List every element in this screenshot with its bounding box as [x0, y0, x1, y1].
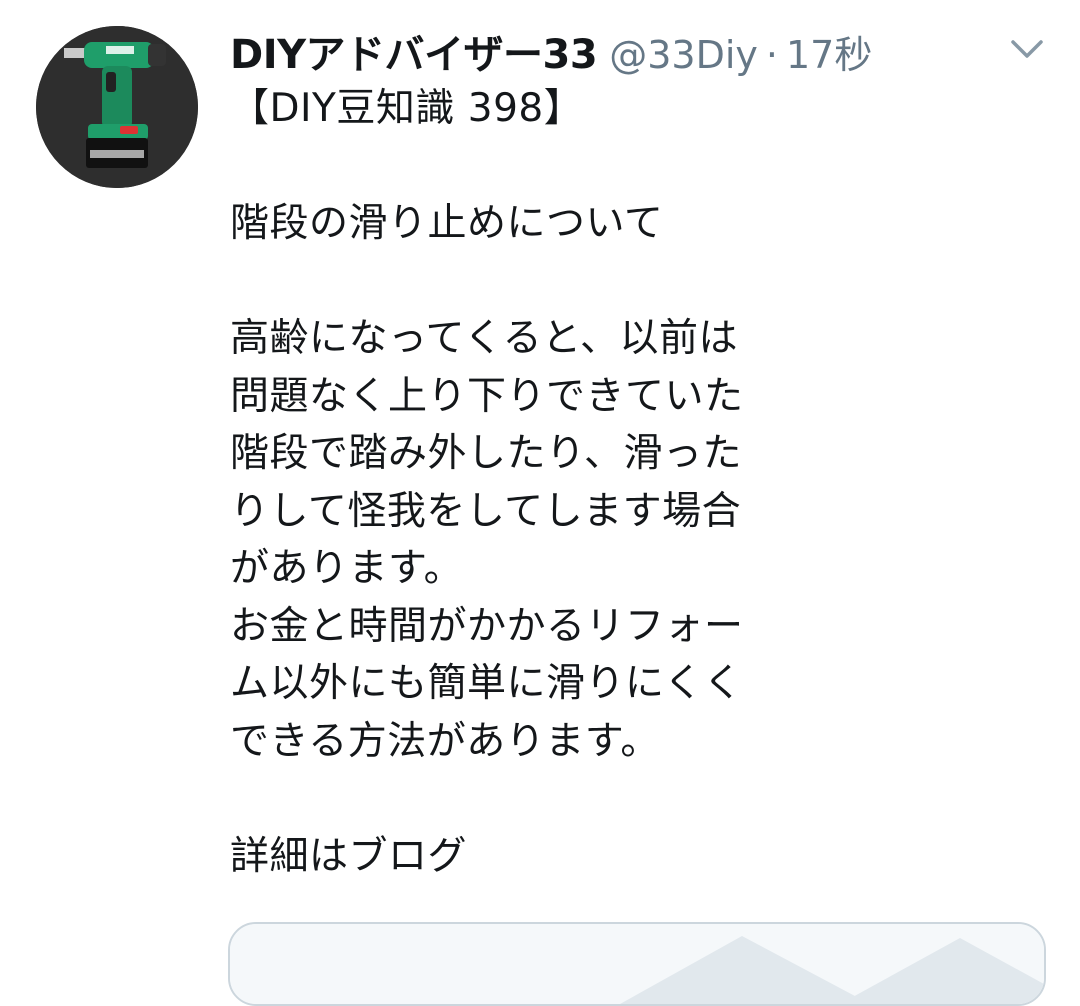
- timestamp[interactable]: 17秒: [786, 24, 872, 79]
- drill-avatar-image: [36, 26, 198, 188]
- tweet[interactable]: DIYアドバイザー33 @33Diy · 17秒 【DIY豆知識 398】 階段…: [0, 0, 1080, 1006]
- chevron-down-icon[interactable]: [1010, 36, 1044, 62]
- tweet-text: 【DIY豆知識 398】 階段の滑り止めについて 高齢になってくると、以前は 問…: [230, 86, 744, 879]
- tweet-header: DIYアドバイザー33 @33Diy · 17秒: [230, 22, 872, 78]
- display-name[interactable]: DIYアドバイザー33: [230, 22, 598, 80]
- separator-dot: ·: [765, 33, 778, 77]
- link-preview-card[interactable]: [228, 922, 1046, 1006]
- avatar[interactable]: [36, 26, 198, 188]
- card-image: [230, 924, 1044, 1004]
- user-handle[interactable]: @33Diy: [609, 33, 758, 77]
